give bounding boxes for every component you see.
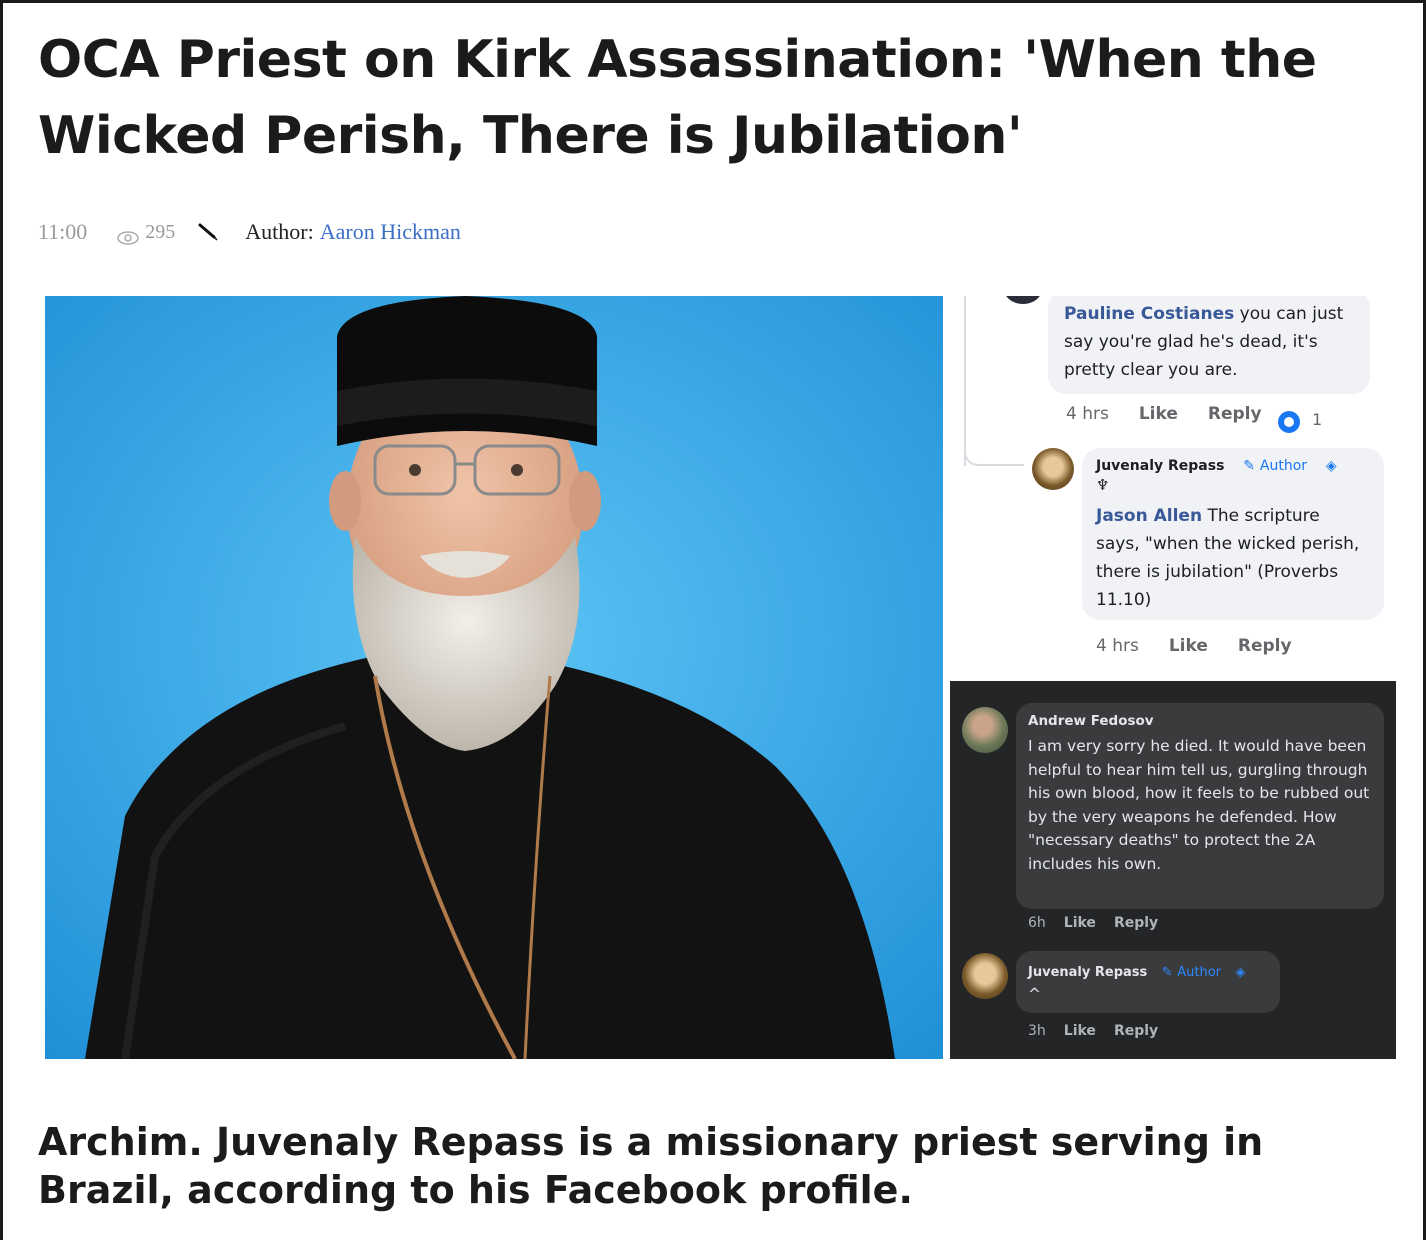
pencil-icon: ✎	[1161, 965, 1173, 980]
comment-bubble	[1016, 951, 1280, 1013]
comment-author[interactable]: Juvenaly Repass	[1028, 965, 1147, 980]
comment-time: 4 hrs	[1066, 404, 1109, 424]
thread-curve	[964, 436, 1024, 466]
pencil-icon	[197, 221, 219, 243]
comment-body: ^	[1028, 985, 1041, 1003]
comment-author[interactable]: Andrew Fedosov	[1028, 713, 1154, 729]
mention-link[interactable]: Jason Allen	[1096, 506, 1202, 526]
trophy-icon: ♆	[1096, 476, 1110, 494]
author-link[interactable]: Aaron Hickman	[320, 219, 461, 245]
comment-time: 6h	[1028, 915, 1046, 931]
comment-actions: 6h Like Reply	[1028, 915, 1158, 931]
comment-body: I am very sorry he died. It would have b…	[1028, 737, 1370, 873]
view-count: 295	[145, 220, 176, 243]
comment-header: Juvenaly Repass ✎ Author ◈	[1028, 965, 1246, 980]
avatar	[1004, 296, 1042, 304]
reply-button[interactable]: Reply	[1114, 915, 1158, 931]
article-title: OCA Priest on Kirk Assassination: 'When …	[38, 30, 1317, 166]
photo-caption: Archim. Juvenaly Repass is a missionary …	[38, 1120, 1264, 1212]
comment-actions: 4 hrs Like Reply	[1096, 636, 1292, 656]
reply-button[interactable]: Reply	[1208, 404, 1262, 424]
priest-portrait-photo	[45, 296, 943, 1059]
like-button[interactable]: Like	[1169, 636, 1208, 656]
comment-actions: 4 hrs Like Reply	[1066, 404, 1262, 424]
author-badge: Author	[1259, 458, 1308, 474]
facebook-comments-light: Pauline Costianes you can just say you'r…	[962, 296, 1408, 681]
article-meta: 11:00 295 Author: Aaron Hickman	[38, 217, 461, 247]
like-reaction-icon	[1278, 411, 1300, 433]
author-badge: Author	[1177, 965, 1221, 980]
comment-text: Pauline Costianes you can just say you'r…	[1064, 300, 1364, 384]
avatar	[962, 707, 1008, 753]
comment-author[interactable]: Juvenaly Repass	[1096, 458, 1224, 474]
comment-time: 4 hrs	[1096, 636, 1139, 656]
like-button[interactable]: Like	[1064, 915, 1096, 931]
comment-time: 3h	[1028, 1023, 1046, 1039]
avatar	[962, 953, 1008, 999]
comment-actions: 3h Like Reply	[1028, 1023, 1158, 1039]
like-button[interactable]: Like	[1064, 1023, 1096, 1039]
diamond-badge-icon: ◈	[1235, 965, 1246, 980]
author-label: Author:	[245, 219, 314, 244]
reply-button[interactable]: Reply	[1238, 636, 1292, 656]
comment-text: Jason Allen The scripture says, "when th…	[1096, 502, 1366, 614]
avatar	[1032, 448, 1074, 490]
facebook-comments-dark: Andrew Fedosov I am very sorry he died. …	[950, 681, 1396, 1059]
diamond-badge-icon: ◈	[1325, 458, 1337, 474]
reply-button[interactable]: Reply	[1114, 1023, 1158, 1039]
eye-icon	[117, 225, 140, 245]
like-button[interactable]: Like	[1139, 404, 1178, 424]
mention-link[interactable]: Pauline Costianes	[1064, 304, 1234, 324]
pencil-icon: ✎	[1243, 458, 1256, 474]
reaction-count: 1	[1312, 410, 1323, 429]
comment-header: Juvenaly Repass ✎ Author ◈ ♆	[1096, 458, 1386, 494]
publish-time: 11:00	[38, 219, 88, 244]
